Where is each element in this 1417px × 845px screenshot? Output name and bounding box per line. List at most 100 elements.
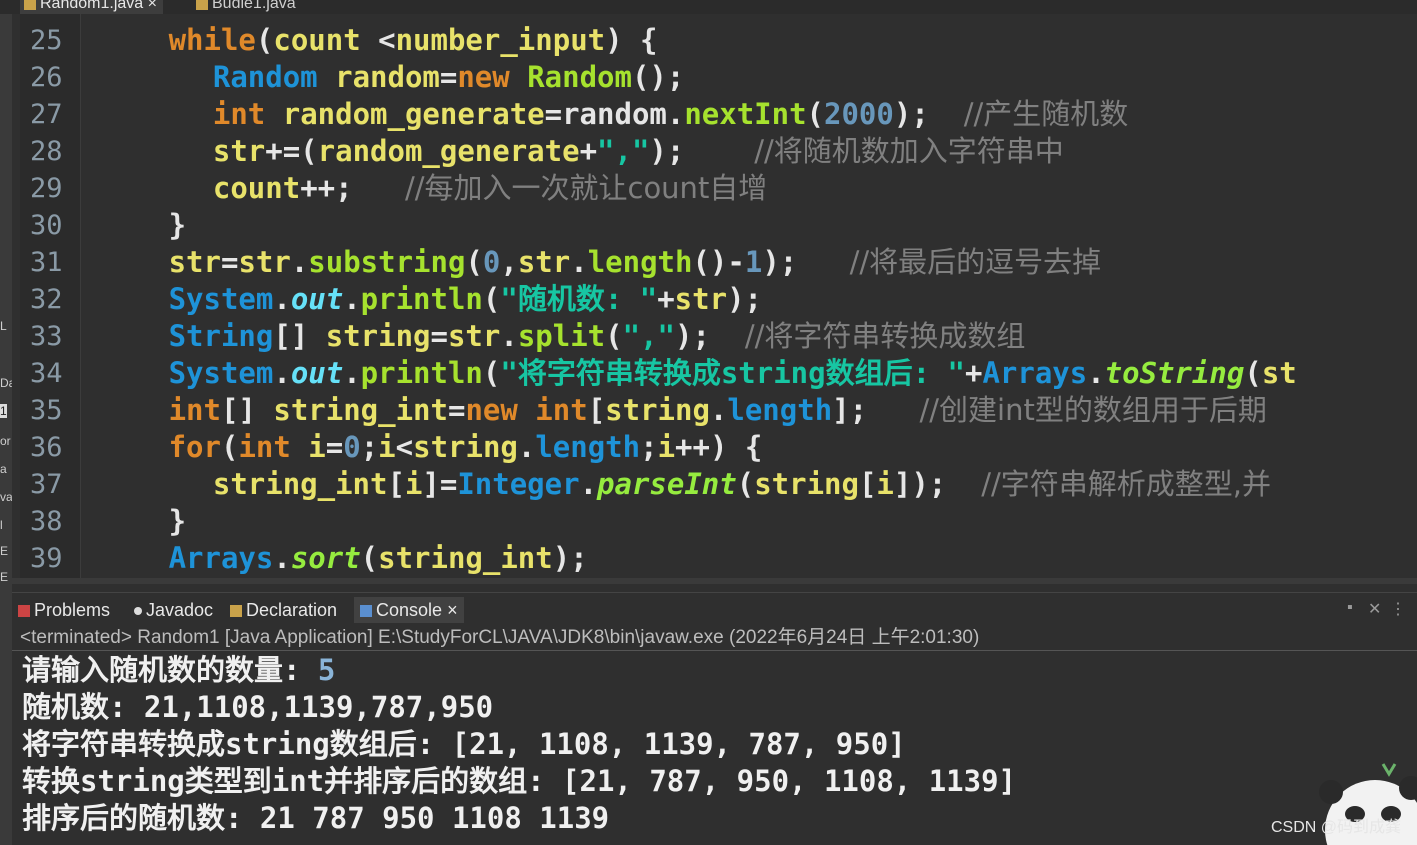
tab-problems[interactable]: Problems bbox=[18, 597, 110, 623]
minimize-icon[interactable]: ▪ bbox=[1347, 599, 1353, 617]
code-token: str bbox=[238, 245, 291, 279]
code-token: . bbox=[517, 430, 536, 464]
code-token: str bbox=[168, 245, 221, 279]
tab-label: Problems bbox=[34, 600, 111, 620]
console-output[interactable]: 请输入随机数的数量: 5 随机数: 21,1108,1139,787,950 将… bbox=[12, 652, 1417, 845]
code-token: "," bbox=[597, 134, 650, 168]
console-line-prompt: 请输入随机数的数量: 5 bbox=[22, 652, 335, 689]
code-token: . bbox=[273, 356, 291, 390]
line-number: 35 bbox=[30, 395, 63, 426]
code-token: Random bbox=[527, 60, 632, 94]
code-token: length bbox=[535, 430, 641, 464]
code-line[interactable]: str=str.substring(0,str.length()-1); //将… bbox=[80, 244, 1102, 285]
code-token: println bbox=[360, 282, 483, 316]
code-line[interactable]: int random_generate=random.nextInt(2000)… bbox=[80, 96, 1128, 137]
code-token: count bbox=[273, 23, 361, 57]
code-token: int bbox=[212, 97, 266, 131]
code-token: int bbox=[238, 430, 291, 464]
code-token: random bbox=[335, 60, 440, 94]
code-line[interactable]: Random random=new Random(); bbox=[80, 59, 684, 100]
code-token: System bbox=[168, 356, 274, 390]
problems-icon bbox=[18, 605, 30, 618]
code-token: =random. bbox=[544, 97, 685, 131]
code-line[interactable]: int[] string_int=new int[string.length];… bbox=[80, 392, 1267, 433]
code-token: ( bbox=[605, 319, 623, 353]
code-token: < bbox=[360, 23, 396, 57]
code-token: str bbox=[517, 245, 571, 279]
code-line[interactable]: System.out.println("将字符串转换成string数组后: "+… bbox=[80, 355, 1297, 396]
code-token: . bbox=[500, 319, 518, 353]
code-token: ( bbox=[220, 430, 239, 464]
code-token: ]= bbox=[422, 467, 458, 501]
code-token: + bbox=[657, 282, 675, 316]
tab-random1-java[interactable]: Random1.java × bbox=[20, 0, 163, 14]
code-line[interactable]: str+=(random_generate+","); //将随机数加入字符串中 bbox=[80, 133, 1064, 174]
code-token: //字符串解析成整型,并 bbox=[981, 467, 1271, 501]
code-token: i bbox=[876, 467, 894, 501]
code-line[interactable]: String[] string=str.split(","); //将字符串转换… bbox=[80, 318, 1026, 359]
code-token: = bbox=[447, 393, 466, 427]
code-token: . bbox=[273, 541, 291, 575]
code-token: } bbox=[168, 208, 187, 242]
code-token: string bbox=[325, 319, 431, 353]
close-icon[interactable]: × bbox=[148, 0, 157, 12]
code-token: + bbox=[579, 134, 598, 168]
code-token: . bbox=[709, 393, 728, 427]
code-token: i bbox=[657, 430, 676, 464]
code-token: ( bbox=[482, 282, 501, 316]
code-token: ); bbox=[727, 282, 762, 316]
code-token: . bbox=[290, 245, 309, 279]
horizontal-scrollbar[interactable] bbox=[12, 578, 1417, 584]
code-line[interactable]: Arrays.sort(string_int); bbox=[80, 540, 588, 581]
code-token: ]); bbox=[893, 467, 982, 501]
code-line[interactable]: string_int[i]=Integer.parseInt(string[i]… bbox=[80, 466, 1271, 507]
console-status-bar: <terminated> Random1 [Java Application] … bbox=[12, 625, 1417, 651]
code-token: Arrays bbox=[982, 356, 1088, 390]
code-line[interactable]: } bbox=[80, 207, 186, 248]
code-editor[interactable]: 25 26 27 28 29 30 31 32 33 34 35 36 37 38 39 while(cou… bbox=[12, 14, 1417, 582]
code-token: nextInt bbox=[684, 97, 807, 131]
tab-label: Declaration bbox=[246, 600, 338, 620]
tab-budle1-java[interactable]: Budle1.java bbox=[196, 0, 296, 14]
code-token: i bbox=[378, 430, 396, 464]
code-token: } bbox=[168, 504, 187, 538]
javadoc-icon bbox=[134, 607, 142, 616]
code-token: //将最后的逗号去掉 bbox=[849, 245, 1102, 279]
java-file-icon bbox=[24, 0, 36, 10]
tab-declaration[interactable]: Declaration bbox=[230, 597, 337, 623]
code-token: 0 bbox=[482, 245, 501, 279]
code-token: int bbox=[168, 393, 221, 427]
code-token: . bbox=[1087, 356, 1105, 390]
code-token: random_generate bbox=[282, 97, 545, 131]
view-menu-icon[interactable]: ⋮ bbox=[1390, 599, 1406, 619]
tab-javadoc[interactable]: Javadoc bbox=[134, 597, 213, 623]
code-line[interactable]: } bbox=[80, 503, 186, 544]
code-token: + bbox=[964, 356, 983, 390]
code-token: //将随机数加入字符串中 bbox=[754, 134, 1064, 168]
console-line: 将字符串转换成string数组后: [21, 1108, 1139, 787, … bbox=[22, 727, 906, 761]
strip-text: a bbox=[0, 462, 7, 476]
code-token: sort bbox=[290, 541, 361, 575]
strip-text: or bbox=[0, 434, 11, 448]
code-line[interactable]: count++; //每加入一次就让count自增 bbox=[80, 170, 767, 211]
code-token: "随机数: " bbox=[500, 282, 658, 316]
close-view-icon[interactable]: ✕ bbox=[1368, 599, 1381, 619]
code-line[interactable]: for(int i=0;i<string.length;i++) { bbox=[80, 429, 763, 470]
code-token: length bbox=[727, 393, 833, 427]
code-line[interactable]: while(count <number_input) { bbox=[80, 22, 658, 63]
tab-console[interactable]: Console × bbox=[354, 597, 464, 623]
code-line[interactable]: System.out.println("随机数: "+str); bbox=[80, 281, 762, 322]
code-token: ); bbox=[762, 245, 850, 279]
close-icon[interactable]: × bbox=[447, 600, 458, 620]
code-token: ++; bbox=[300, 171, 405, 205]
strip-text: l bbox=[0, 518, 3, 532]
code-token: ( bbox=[360, 541, 379, 575]
code-token: ( bbox=[1244, 356, 1262, 390]
